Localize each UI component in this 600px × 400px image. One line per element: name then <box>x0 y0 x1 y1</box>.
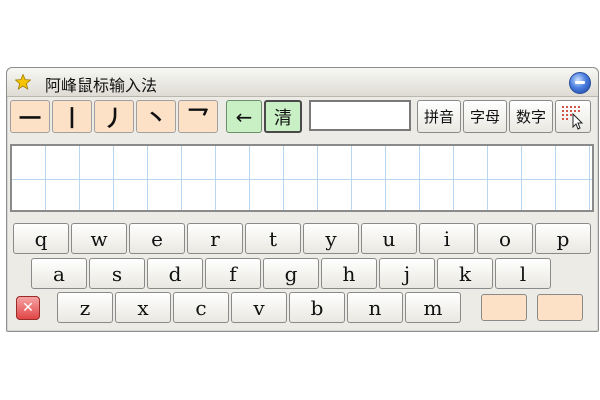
key-w[interactable]: w <box>71 223 127 254</box>
ime-window: 阿峰鼠标输入法 一 丨 丿 丶 乛 ← 清 拼音 字母 数字 q w e r t… <box>6 67 599 332</box>
key-d[interactable]: d <box>147 258 203 289</box>
key-label: g <box>284 261 298 286</box>
mode-label: 拼音 <box>423 108 454 126</box>
key-m[interactable]: m <box>405 292 461 323</box>
clear-button[interactable]: 清 <box>264 100 302 133</box>
key-o[interactable]: o <box>477 223 533 254</box>
key-i[interactable]: i <box>419 223 475 254</box>
stroke-label: 丶 <box>144 106 167 132</box>
star-icon <box>15 74 31 90</box>
stroke-label: 一 <box>18 106 41 132</box>
key-k[interactable]: k <box>437 258 493 289</box>
key-label: a <box>53 261 65 286</box>
key-v[interactable]: v <box>231 292 287 323</box>
key-label: h <box>342 261 356 286</box>
key-x[interactable]: x <box>115 292 171 323</box>
key-label: e <box>151 226 163 251</box>
stroke-button-dian[interactable]: 丶 <box>136 100 176 133</box>
key-label: q <box>34 226 48 251</box>
handwriting-grid[interactable] <box>10 144 594 212</box>
key-label: f <box>229 261 237 286</box>
key-label: z <box>79 295 91 320</box>
pinyin-mode-button[interactable]: 拼音 <box>417 100 461 133</box>
key-j[interactable]: j <box>379 258 435 289</box>
mode-label: 数字 <box>515 108 546 126</box>
key-u[interactable]: u <box>361 223 417 254</box>
key-n[interactable]: n <box>347 292 403 323</box>
title-bar[interactable]: 阿峰鼠标输入法 <box>7 68 598 97</box>
backspace-button[interactable]: ← <box>226 100 262 133</box>
key-label: x <box>137 295 149 320</box>
key-label: b <box>310 295 324 320</box>
minimize-icon[interactable] <box>569 72 591 94</box>
key-h[interactable]: h <box>321 258 377 289</box>
key-l[interactable]: l <box>495 258 551 289</box>
key-label: n <box>368 295 382 320</box>
key-label: y <box>325 226 337 251</box>
key-b[interactable]: b <box>289 292 345 323</box>
key-label: u <box>382 226 396 251</box>
letter-mode-button[interactable]: 字母 <box>463 100 507 133</box>
key-z[interactable]: z <box>57 292 113 323</box>
mode-label: 字母 <box>469 108 500 126</box>
key-c[interactable]: c <box>173 292 229 323</box>
key-label: c <box>195 295 207 320</box>
candidate-input[interactable] <box>309 100 411 131</box>
blank-key-2[interactable] <box>537 294 583 321</box>
key-t[interactable]: t <box>245 223 301 254</box>
key-label: o <box>498 226 512 251</box>
key-y[interactable]: y <box>303 223 359 254</box>
window-title: 阿峰鼠标输入法 <box>45 76 158 95</box>
key-label: w <box>90 226 108 251</box>
clear-label: 清 <box>274 107 292 129</box>
stroke-label: 丨 <box>60 106 83 132</box>
key-q[interactable]: q <box>13 223 69 254</box>
key-g[interactable]: g <box>263 258 319 289</box>
stroke-button-pie[interactable]: 丿 <box>94 100 134 133</box>
close-icon[interactable]: ✕ <box>16 296 40 320</box>
back-arrow-icon: ← <box>235 104 253 129</box>
number-mode-button[interactable]: 数字 <box>509 100 553 133</box>
stroke-label: 乛 <box>186 106 209 132</box>
stroke-label: 丿 <box>102 106 125 132</box>
key-a[interactable]: a <box>31 258 87 289</box>
key-label: p <box>556 226 570 251</box>
key-f[interactable]: f <box>205 258 261 289</box>
grid-cursor-button[interactable] <box>555 100 591 133</box>
key-p[interactable]: p <box>535 223 591 254</box>
key-label: m <box>423 295 443 320</box>
key-label: s <box>111 261 123 286</box>
key-label: t <box>268 226 278 251</box>
stroke-button-heng[interactable]: 一 <box>10 100 50 133</box>
key-r[interactable]: r <box>187 223 243 254</box>
key-s[interactable]: s <box>89 258 145 289</box>
key-label: v <box>253 295 265 320</box>
key-label: r <box>210 226 220 251</box>
blank-key-1[interactable] <box>481 294 527 321</box>
key-e[interactable]: e <box>129 223 185 254</box>
key-label: l <box>519 261 527 286</box>
stroke-button-zhe[interactable]: 乛 <box>178 100 218 133</box>
grid-cursor-icon <box>562 105 584 130</box>
stroke-button-shu[interactable]: 丨 <box>52 100 92 133</box>
key-label: d <box>168 261 182 286</box>
key-label: k <box>458 261 472 286</box>
key-label: j <box>403 261 411 286</box>
key-label: i <box>443 226 451 251</box>
